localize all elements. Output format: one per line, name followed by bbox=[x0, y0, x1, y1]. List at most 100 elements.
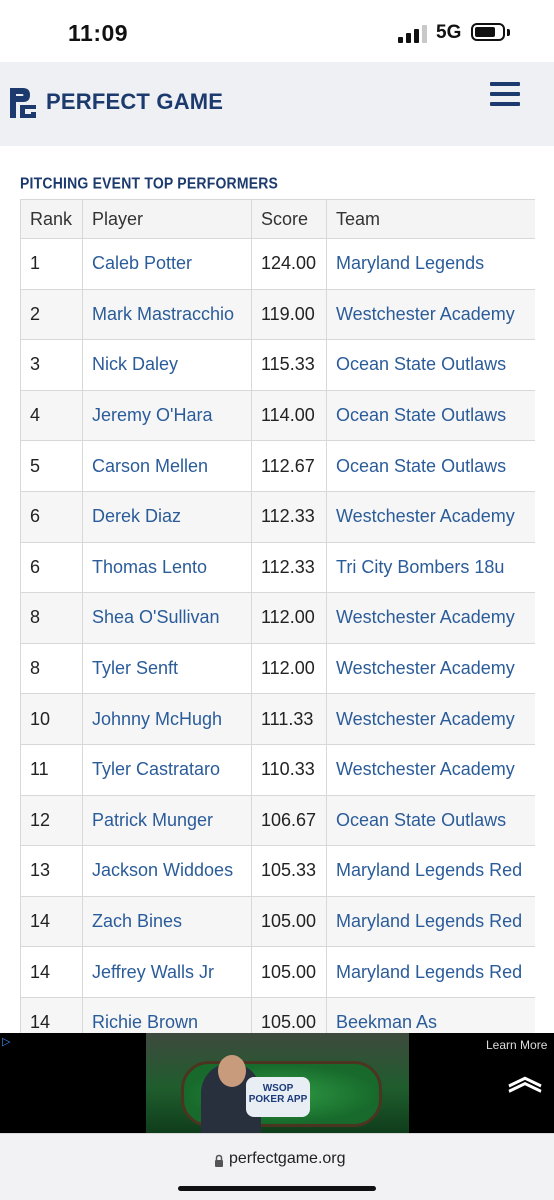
team-link[interactable]: Maryland Legends Red bbox=[326, 946, 535, 998]
battery-icon bbox=[471, 23, 505, 41]
table-row: 12 Patrick Munger 106.67 Ocean State Outlaw… bbox=[20, 794, 535, 847]
status-bar: 11:09 5G bbox=[0, 0, 554, 64]
team-link[interactable]: Ocean State Outlaws bbox=[326, 389, 535, 442]
table-row: 11 Tyler Castrataro 110.33 Westchester Acad… bbox=[20, 743, 535, 796]
column-header-team: Team bbox=[326, 199, 535, 239]
rank-cell: 6 bbox=[20, 541, 83, 594]
table-row: 8 Tyler Senft 112.00 Westchester Academy bbox=[20, 642, 535, 695]
home-indicator[interactable] bbox=[178, 1186, 376, 1191]
expand-ad-icon[interactable]: ︽ bbox=[508, 1061, 542, 1095]
player-link[interactable]: Nick Daley bbox=[82, 339, 252, 391]
browser-url-bar[interactable]: perfectgame.org bbox=[0, 1133, 554, 1200]
rank-cell: 4 bbox=[20, 389, 83, 442]
table-row: 3 Nick Daley 115.33 Ocean State Outlaws bbox=[20, 339, 535, 391]
rank-cell: 1 bbox=[20, 238, 83, 290]
rank-cell: 6 bbox=[20, 490, 83, 543]
team-link[interactable]: Maryland Legends Red bbox=[326, 895, 535, 948]
rank-cell: 14 bbox=[20, 946, 83, 998]
performers-table: Rank Player Score Team 1 Caleb Potter 124.… bbox=[20, 199, 535, 1033]
score-cell: 105.00 bbox=[251, 996, 327, 1033]
battery-tip bbox=[507, 29, 510, 36]
team-link[interactable]: Tri City Bombers 18u bbox=[326, 541, 535, 594]
player-link[interactable]: Carson Mellen bbox=[82, 440, 252, 492]
score-cell: 119.00 bbox=[251, 288, 327, 341]
column-header-score: Score bbox=[251, 199, 327, 239]
team-link[interactable]: Westchester Academy bbox=[326, 592, 535, 644]
player-link[interactable]: Zach Bines bbox=[82, 895, 252, 948]
team-link[interactable]: Westchester Academy bbox=[326, 288, 535, 341]
pg-logo-icon[interactable] bbox=[8, 85, 38, 121]
score-cell: 112.33 bbox=[251, 490, 327, 543]
score-cell: 124.00 bbox=[251, 238, 327, 290]
team-link[interactable]: Ocean State Outlaws bbox=[326, 339, 535, 391]
table-row: 2 Mark Mastracchio 119.00 Westchester Acade… bbox=[20, 288, 535, 341]
team-link[interactable]: Westchester Academy bbox=[326, 693, 535, 745]
table-row: 14 Richie Brown 105.00 Beekman As bbox=[20, 996, 535, 1033]
site-header: PERFECT GAME bbox=[0, 62, 554, 146]
table-row: 8 Shea O'Sullivan 112.00 Westchester Academ… bbox=[20, 592, 535, 644]
team-link[interactable]: Westchester Academy bbox=[326, 743, 535, 796]
ad-creative-image[interactable]: WSOP POKER APP bbox=[146, 1033, 409, 1133]
rank-cell: 11 bbox=[20, 743, 83, 796]
score-cell: 112.33 bbox=[251, 541, 327, 594]
player-link[interactable]: Jeffrey Walls Jr bbox=[82, 946, 252, 998]
score-cell: 115.33 bbox=[251, 339, 327, 391]
ad-person-head bbox=[218, 1055, 246, 1087]
table-row: 14 Zach Bines 105.00 Maryland Legends Red bbox=[20, 895, 535, 948]
player-link[interactable]: Tyler Senft bbox=[82, 642, 252, 695]
signal-strength-icon bbox=[398, 25, 428, 43]
rank-cell: 12 bbox=[20, 794, 83, 847]
rank-cell: 3 bbox=[20, 339, 83, 391]
rank-cell: 8 bbox=[20, 592, 83, 644]
player-link[interactable]: Derek Diaz bbox=[82, 490, 252, 543]
table-header-row: Rank Player Score Team bbox=[20, 199, 535, 239]
rank-cell: 8 bbox=[20, 642, 83, 695]
column-header-rank: Rank bbox=[20, 199, 83, 239]
team-link[interactable]: Beekman As bbox=[326, 996, 535, 1033]
team-link[interactable]: Maryland Legends Red bbox=[326, 845, 535, 897]
table-row: 10 Johnny McHugh 111.33 Westchester Academy bbox=[20, 693, 535, 745]
table-row: 6 Thomas Lento 112.33 Tri City Bombers 18u bbox=[20, 541, 535, 594]
rank-cell: 10 bbox=[20, 693, 83, 745]
player-link[interactable]: Jeremy O'Hara bbox=[82, 389, 252, 442]
score-cell: 112.00 bbox=[251, 592, 327, 644]
rank-cell: 2 bbox=[20, 288, 83, 341]
hamburger-menu-icon[interactable] bbox=[490, 82, 522, 110]
team-link[interactable]: Ocean State Outlaws bbox=[326, 440, 535, 492]
table-row: 4 Jeremy O'Hara 114.00 Ocean State Outlaws bbox=[20, 389, 535, 442]
table-row: 14 Jeffrey Walls Jr 105.00 Maryland Legends… bbox=[20, 946, 535, 998]
status-time: 11:09 bbox=[68, 20, 129, 46]
brand-name[interactable]: PERFECT GAME bbox=[46, 89, 223, 115]
lock-icon bbox=[215, 1154, 223, 1167]
team-link[interactable]: Westchester Academy bbox=[326, 490, 535, 543]
network-type: 5G bbox=[436, 22, 462, 43]
column-header-player: Player bbox=[82, 199, 252, 239]
player-link[interactable]: Johnny McHugh bbox=[82, 693, 252, 745]
score-cell: 112.67 bbox=[251, 440, 327, 492]
url-text[interactable]: perfectgame.org bbox=[229, 1150, 346, 1168]
player-link[interactable]: Jackson Widdoes bbox=[82, 845, 252, 897]
score-cell: 105.00 bbox=[251, 946, 327, 998]
player-link[interactable]: Thomas Lento bbox=[82, 541, 252, 594]
player-link[interactable]: Shea O'Sullivan bbox=[82, 592, 252, 644]
adchoices-icon[interactable]: ▷ bbox=[2, 1035, 10, 1048]
score-cell: 105.33 bbox=[251, 845, 327, 897]
team-link[interactable]: Ocean State Outlaws bbox=[326, 794, 535, 847]
player-link[interactable]: Mark Mastracchio bbox=[82, 288, 252, 341]
score-cell: 114.00 bbox=[251, 389, 327, 442]
rank-cell: 13 bbox=[20, 845, 83, 897]
score-cell: 112.00 bbox=[251, 642, 327, 695]
rank-cell: 14 bbox=[20, 895, 83, 948]
ad-banner[interactable]: ▷ WSOP POKER APP Learn More ︽ bbox=[0, 1033, 554, 1133]
table-row: 1 Caleb Potter 124.00 Maryland Legends bbox=[20, 238, 535, 290]
table-row: 13 Jackson Widdoes 105.33 Maryland Legends … bbox=[20, 845, 535, 897]
score-cell: 111.33 bbox=[251, 693, 327, 745]
learn-more-link[interactable]: Learn More bbox=[486, 1038, 547, 1052]
table-row: 5 Carson Mellen 112.67 Ocean State Outlaws bbox=[20, 440, 535, 492]
team-link[interactable]: Westchester Academy bbox=[326, 642, 535, 695]
player-link[interactable]: Patrick Munger bbox=[82, 794, 252, 847]
player-link[interactable]: Tyler Castrataro bbox=[82, 743, 252, 796]
player-link[interactable]: Caleb Potter bbox=[82, 238, 252, 290]
team-link[interactable]: Maryland Legends bbox=[326, 238, 535, 290]
player-link[interactable]: Richie Brown bbox=[82, 996, 252, 1033]
